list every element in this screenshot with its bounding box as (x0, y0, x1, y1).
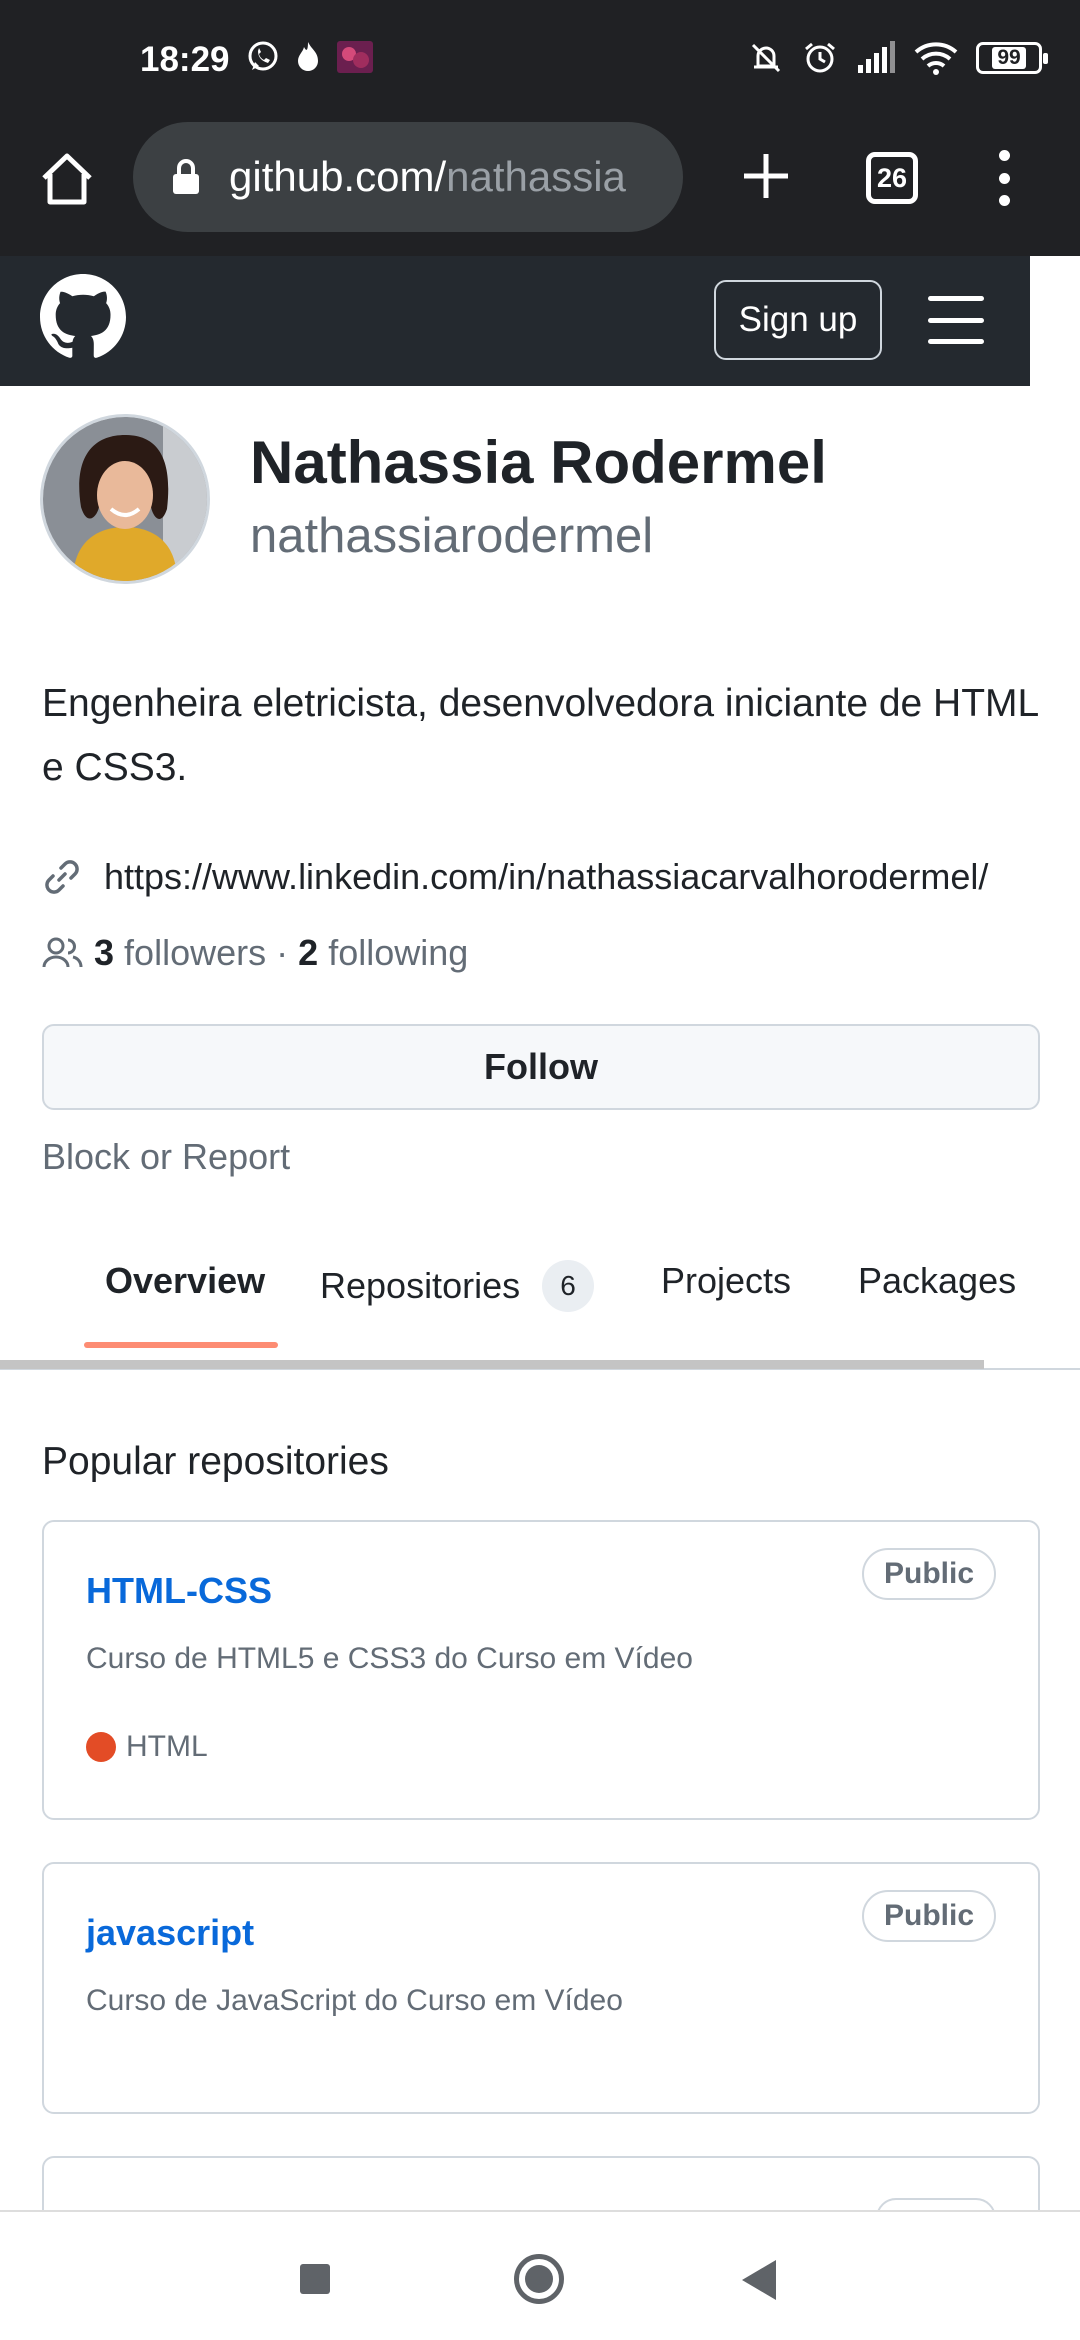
url-text[interactable]: github.com/nathassia (229, 153, 626, 201)
following-label: following (328, 932, 469, 973)
tab-packages-label: Packages (858, 1260, 1017, 1301)
repo-card: HTML-CSS Public Curso de HTML5 e CSS3 do… (42, 1520, 1040, 1820)
notification-icons (246, 40, 374, 74)
repo-card: javascript Public Curso de JavaScript do… (42, 1862, 1040, 2114)
status-bar: 18:29 99 (0, 0, 1080, 120)
following-count: 2 (298, 932, 319, 973)
battery-indicator: 99 (976, 42, 1048, 74)
language-name: HTML (126, 1730, 208, 1763)
profile-login: nathassiarodermel (250, 509, 654, 563)
repo-language: HTML (86, 1730, 208, 1764)
people-icon (42, 937, 83, 968)
avatar[interactable] (40, 414, 210, 584)
stats-separator: · (276, 932, 289, 973)
hamburger-icon[interactable] (928, 296, 984, 344)
github-logo-icon[interactable] (40, 274, 126, 360)
selected-tab-indicator (84, 1342, 278, 1348)
visibility-badge: Public (861, 1548, 996, 1600)
tab-count: 26 (876, 162, 908, 193)
github-header: Sign up (0, 256, 1030, 386)
avatar-photo (43, 417, 207, 581)
profile-link-text[interactable]: https://www.linkedin.com/in/nathassiacar… (104, 856, 988, 898)
visibility-badge: Public (861, 1890, 996, 1942)
wifi-icon (914, 42, 958, 75)
repo-description: Curso de HTML5 e CSS3 do Curso em Vídeo (86, 1642, 693, 1675)
profile-bio: Engenheira eletricista, desenvolvedora i… (42, 682, 1038, 789)
tabs-scrollbar[interactable] (0, 1360, 984, 1369)
popular-repos-title: Popular repositories (42, 1440, 389, 1483)
system-nav-bar (0, 2210, 1080, 2340)
followers-link[interactable]: 3 followers (94, 932, 266, 974)
battery-level: 99 (992, 47, 1026, 69)
signal-icon (858, 41, 895, 73)
system-icons: 99 (748, 40, 1048, 76)
profile-tabs: Overview Repositories 6 Projects Package… (0, 1228, 1080, 1372)
whatsapp-icon (248, 41, 278, 71)
block-report-link[interactable]: Block or Report (42, 1136, 290, 1178)
tab-repositories[interactable]: Repositories 6 (320, 1260, 595, 1312)
flame-icon (298, 42, 318, 71)
browser-toolbar: github.com/nathassia 26 (0, 120, 1080, 256)
profile-link[interactable]: https://www.linkedin.com/in/nathassiacar… (42, 856, 988, 898)
home-nav-icon[interactable] (514, 2254, 564, 2304)
followers-label: followers (124, 932, 267, 973)
lock-icon[interactable] (171, 158, 201, 196)
url-host: github.com/ (229, 153, 447, 200)
repositories-counter: 6 (542, 1260, 595, 1312)
following-link[interactable]: 2 following (298, 932, 468, 974)
signup-button[interactable]: Sign up (714, 280, 882, 360)
back-icon[interactable] (742, 2260, 776, 2300)
app-thumbnail-icon (337, 41, 373, 73)
url-path: nathassia (446, 153, 626, 200)
followers-count: 3 (94, 932, 115, 973)
profile-name: Nathassia Rodermel (250, 429, 827, 496)
repo-name-link[interactable]: javascript (86, 1912, 254, 1954)
tabs-icon[interactable]: 26 (866, 152, 918, 204)
link-icon (45, 860, 79, 894)
tab-overview[interactable]: Overview (105, 1260, 265, 1302)
repo-description: Curso de JavaScript do Curso em Vídeo (86, 1984, 623, 2017)
follow-stats: 3 followers · 2 following (42, 932, 468, 974)
status-time: 18:29 (140, 40, 230, 79)
tab-repositories-label: Repositories (320, 1265, 521, 1306)
mute-bell-icon (751, 43, 781, 73)
repo-name-link[interactable]: HTML-CSS (86, 1570, 272, 1612)
tab-projects-label: Projects (661, 1260, 792, 1301)
home-icon[interactable] (38, 150, 96, 208)
address-bar[interactable]: github.com/nathassia (133, 122, 683, 232)
tab-projects[interactable]: Projects (661, 1260, 791, 1302)
language-color-dot (86, 1732, 116, 1762)
plus-icon[interactable] (740, 150, 792, 202)
alarm-icon (805, 42, 835, 73)
tab-packages[interactable]: Packages (858, 1260, 1016, 1302)
tab-overview-label: Overview (105, 1260, 266, 1301)
recents-icon[interactable] (300, 2264, 330, 2294)
more-icon[interactable] (984, 150, 1024, 206)
follow-button[interactable]: Follow (42, 1024, 1040, 1110)
